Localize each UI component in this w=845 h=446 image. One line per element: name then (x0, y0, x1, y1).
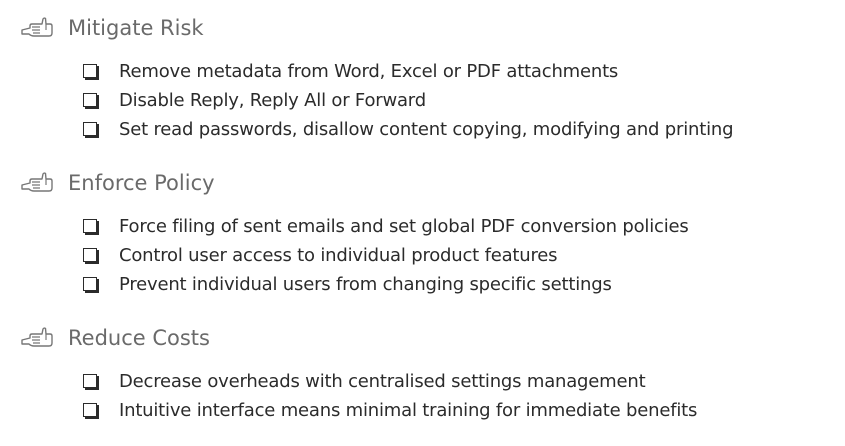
section-title: Reduce Costs (68, 326, 210, 350)
list-item-text: Intuitive interface means minimal traini… (119, 399, 698, 421)
list-item-text: Force filing of sent emails and set glob… (119, 215, 689, 237)
list-item: Force filing of sent emails and set glob… (83, 213, 689, 239)
list-item: Remove metadata from Word, Excel or PDF … (83, 58, 618, 84)
list-item: Set read passwords, disallow content cop… (83, 116, 734, 142)
section-title: Mitigate Risk (68, 16, 204, 40)
checkbox-icon (83, 403, 97, 417)
list-item: Disable Reply, Reply All or Forward (83, 87, 426, 113)
checkbox-icon (83, 93, 97, 107)
feature-list-document: Mitigate Risk Remove metadata from Word,… (0, 0, 845, 446)
list-item-text: Remove metadata from Word, Excel or PDF … (119, 60, 619, 82)
list-item: Prevent individual users from changing s… (83, 271, 612, 297)
list-item-text: Decrease overheads with centralised sett… (119, 370, 646, 392)
checkbox-icon (83, 219, 97, 233)
list-item-text: Control user access to individual produc… (119, 244, 558, 266)
section-heading: Reduce Costs (20, 320, 210, 356)
checkbox-icon (83, 64, 97, 78)
pointing-hand-icon (20, 172, 54, 194)
list-item-text: Disable Reply, Reply All or Forward (119, 89, 426, 111)
list-item: Decrease overheads with centralised sett… (83, 368, 646, 394)
checkbox-icon (83, 122, 97, 136)
list-item-text: Prevent individual users from changing s… (119, 273, 612, 295)
section-title: Enforce Policy (68, 171, 215, 195)
checkbox-icon (83, 374, 97, 388)
list-item: Control user access to individual produc… (83, 242, 558, 268)
pointing-hand-icon (20, 327, 54, 349)
checkbox-icon (83, 248, 97, 262)
checkbox-icon (83, 277, 97, 291)
list-item-text: Set read passwords, disallow content cop… (119, 118, 734, 140)
list-item: Intuitive interface means minimal traini… (83, 397, 697, 423)
section-heading: Mitigate Risk (20, 10, 204, 46)
pointing-hand-icon (20, 17, 54, 39)
section-heading: Enforce Policy (20, 165, 215, 201)
